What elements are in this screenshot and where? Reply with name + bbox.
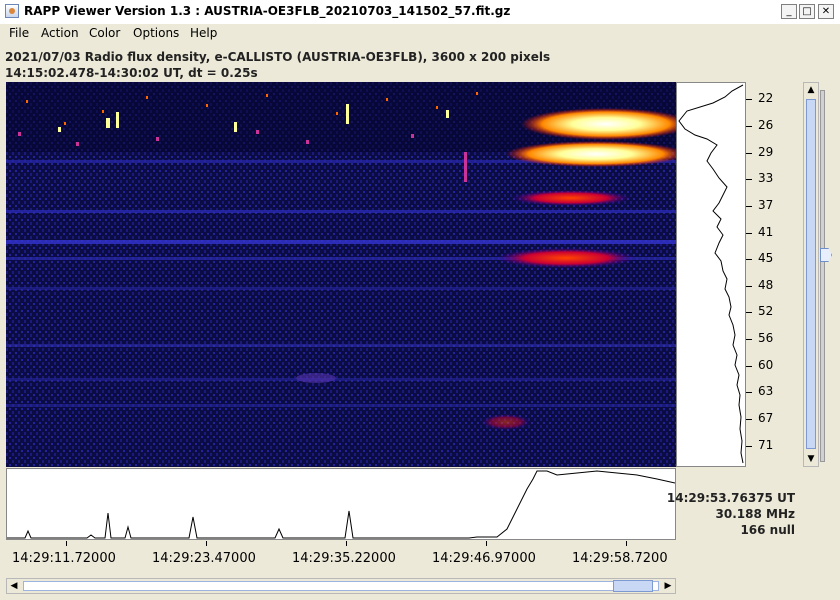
vertical-scroll-thumb[interactable]	[806, 99, 816, 449]
freq-label: 52	[758, 304, 774, 318]
freq-label: 22	[758, 91, 774, 105]
horizontal-scroll-thumb[interactable]	[613, 580, 653, 592]
spectrogram-image	[6, 82, 691, 467]
freq-label: 26	[758, 118, 774, 132]
minimize-button[interactable]: _	[781, 4, 797, 19]
freq-label: 37	[758, 198, 774, 212]
slider-rail	[820, 90, 825, 462]
time-profile-plot	[6, 468, 676, 540]
freq-label: 48	[758, 278, 774, 292]
freq-label: 67	[758, 411, 774, 425]
contrast-slider[interactable]	[820, 82, 836, 467]
title-bar: RAPP Viewer Version 1.3 : AUSTRIA-OE3FLB…	[0, 0, 840, 25]
time-label: 14:29:23.47000	[152, 551, 256, 566]
cursor-frequency-readout: 30.188 MHz	[715, 507, 795, 521]
time-label: 14:29:11.72000	[12, 551, 116, 566]
menu-color[interactable]: Color	[89, 26, 120, 40]
horizontal-scrollbar[interactable]: ◀ ▶	[6, 578, 676, 594]
time-range-info: 14:15:02.478-14:30:02 UT, dt = 0.25s	[5, 66, 258, 80]
time-label: 14:29:35.22000	[292, 551, 396, 566]
vertical-scrollbar[interactable]: ▲ ▼	[803, 82, 819, 467]
maximize-button[interactable]: □	[799, 4, 815, 19]
spectrogram-canvas[interactable]	[6, 82, 691, 467]
window-title: RAPP Viewer Version 1.3 : AUSTRIA-OE3FLB…	[24, 4, 511, 18]
freq-label: 33	[758, 171, 774, 185]
slider-knob[interactable]	[820, 248, 832, 262]
menu-bar: File Action Color Options Help	[0, 24, 840, 44]
close-button[interactable]: ✕	[818, 4, 834, 19]
freq-label: 45	[758, 251, 774, 265]
scroll-right-icon[interactable]: ▶	[661, 579, 675, 593]
cursor-time-readout: 14:29:53.76375 UT	[666, 491, 795, 505]
freq-label: 41	[758, 225, 774, 239]
freq-label: 60	[758, 358, 774, 372]
menu-action[interactable]: Action	[41, 26, 79, 40]
freq-label: 29	[758, 145, 774, 159]
observation-info: 2021/07/03 Radio flux density, e-CALLIST…	[5, 50, 551, 64]
scroll-up-icon[interactable]: ▲	[804, 83, 818, 97]
time-label: 14:29:46.97000	[432, 551, 536, 566]
freq-label: 71	[758, 438, 774, 452]
cursor-value-readout: 166 null	[740, 523, 795, 537]
frequency-profile-plot	[676, 82, 746, 467]
menu-help[interactable]: Help	[190, 26, 217, 40]
time-label: 14:29:58.7200	[572, 551, 668, 566]
time-axis: 14:29:11.72000 14:29:23.47000 14:29:35.2…	[6, 541, 676, 571]
horizontal-scroll-track[interactable]	[23, 581, 659, 591]
scroll-down-icon[interactable]: ▼	[804, 452, 818, 466]
menu-file[interactable]: File	[9, 26, 29, 40]
frequency-axis: 22 26 29 33 37 41 45 48 52 56 60 63 67 7…	[746, 82, 796, 467]
scroll-left-icon[interactable]: ◀	[7, 579, 21, 593]
freq-label: 63	[758, 384, 774, 398]
freq-label: 56	[758, 331, 774, 345]
java-app-icon	[5, 4, 19, 18]
menu-options[interactable]: Options	[133, 26, 179, 40]
